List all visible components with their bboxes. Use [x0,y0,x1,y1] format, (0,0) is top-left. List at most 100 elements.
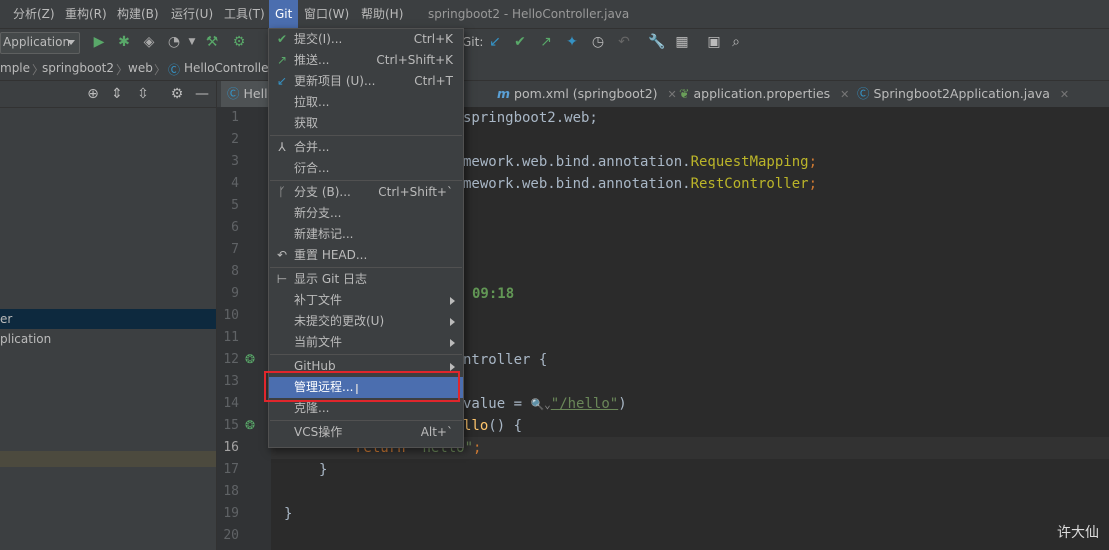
menu-item-commit[interactable]: ✔ 提交(I)... Ctrl+K [269,29,463,50]
gear-icon[interactable]: ⚙ [168,85,186,103]
commit-check-icon[interactable]: ✔ [511,33,529,51]
compare-icon[interactable]: ✦ [563,33,581,51]
locate-target-icon[interactable]: ⊕ [84,85,102,103]
run-configuration-select[interactable]: Application [0,32,80,54]
menu-item-current-file[interactable]: 当前文件 [269,332,463,353]
breadcrumb-item[interactable]: mple [0,61,30,75]
code-line-12: ntroller { [463,352,548,368]
debug-icon[interactable]: ✱ [115,33,133,51]
menu-item-new-branch[interactable]: 新分支... [269,203,463,224]
run-configuration-label: Application [3,35,71,49]
menu-item-shortcut: Ctrl+Shift+` [378,185,453,199]
project-tree-item[interactable]: er [0,309,216,329]
menu-item-rebase[interactable]: 衍合... [269,158,463,179]
close-icon[interactable]: ✕ [840,88,849,101]
menu-item-uncommitted-changes[interactable]: 未提交的更改(U) [269,311,463,332]
request-mapping-gutter-icon[interactable]: ❂ [245,418,255,432]
code-text: () { [488,418,523,434]
menu-analyze[interactable]: 分析(Z) [8,0,60,28]
spring-class-icon: Ⓒ [857,86,870,101]
url-inlay-icon[interactable]: 🔍⌄ [530,398,550,411]
menu-item-pull[interactable]: 拉取... [269,92,463,113]
code-url-link[interactable]: "/hello" [551,396,618,412]
code-line-19: } [284,506,293,522]
more-run-chevron-icon[interactable]: ▼ [183,33,201,51]
menu-item-fetch[interactable]: 获取 [269,113,463,134]
close-icon[interactable]: ✕ [1060,88,1069,101]
search-icon[interactable]: ⌕ [727,33,745,51]
menu-item-label: 拉取... [294,95,330,109]
project-tree-item[interactable]: plication [0,329,216,349]
line-number: 1 [231,110,239,125]
line-number: 10 [223,308,239,323]
menu-item-push[interactable]: ↗ 推送... Ctrl+Shift+K [269,50,463,71]
collapse-all-icon[interactable]: ⇳ [134,85,152,103]
menu-build[interactable]: 构建(B) [112,0,164,28]
line-number: 14 [223,396,239,411]
menu-item-patch[interactable]: 补丁文件 [269,290,463,311]
code-text: springboot2.web; [463,110,598,126]
menu-item-update-project[interactable]: ↙ 更新项目 (U)... Ctrl+T [269,71,463,92]
profile-icon[interactable]: ◔ [165,33,183,51]
spring-bean-gutter-icon[interactable]: ❂ [245,352,255,366]
menu-item-label: 推送... [294,53,330,67]
submenu-arrow-icon [450,339,455,347]
line-number: 20 [223,528,239,543]
breadcrumb-item[interactable]: springboot2 [42,61,114,75]
menu-git[interactable]: Git [269,0,299,28]
settings-wrench-icon[interactable]: 🔧 [648,33,666,51]
menu-item-show-git-log[interactable]: ⊢ 显示 Git 日志 [269,269,463,290]
menu-item-merge[interactable]: ⅄ 合并... [269,137,463,158]
project-structure-icon[interactable]: ▦ [673,33,691,51]
menu-bar: 分析(Z) 重构(R) 构建(B) 运行(U) 工具(T) Git 窗口(W) … [0,0,1109,29]
line-number: 7 [231,242,239,257]
terminal-icon[interactable]: ▣ [705,33,723,51]
line-number: 11 [223,330,239,345]
menu-refactor[interactable]: 重构(R) [60,0,112,28]
code-text: value = [463,396,531,412]
push-arrow-icon[interactable]: ↗ [537,33,555,51]
main-toolbar: Application ▶ ✱ ◈ ◔ ▼ ⚒ ⚙ Git: ↙ ✔ ↗ ✦ ◷… [0,29,1109,57]
menu-help[interactable]: 帮助(H) [356,0,408,28]
menu-item-new-tag[interactable]: 新建标记... [269,224,463,245]
line-number: 15 [223,418,239,433]
tab-springboot2-application[interactable]: Ⓒ Springboot2Application.java ✕ [857,81,1069,107]
line-number: 3 [231,154,239,169]
update-arrow-icon[interactable]: ↙ [486,33,504,51]
menu-run[interactable]: 运行(U) [166,0,218,28]
rollback-icon[interactable]: ↶ [615,33,633,51]
rebuild-icon[interactable]: ⚙ [230,33,248,51]
tab-application-properties[interactable]: ❦ application.properties ✕ [679,81,849,107]
tab-pom-xml[interactable]: m pom.xml (springboot2) ✕ [497,81,677,107]
menu-window[interactable]: 窗口(W) [299,0,354,28]
editor-gutter: 1 2 3 4 5 6 7 8 9 10 11 12 13 14 15 16 1… [217,107,281,550]
submenu-arrow-icon [450,363,455,371]
run-icon[interactable]: ▶ [90,33,108,51]
log-icon: ⊢ [276,272,288,286]
branch-icon: ᚴ [278,185,286,199]
tab-label: application.properties [693,86,831,101]
menu-item-label: 显示 Git 日志 [294,272,367,286]
menu-item-reset-head[interactable]: ↶ 重置 HEAD... [269,245,463,266]
menu-tools[interactable]: 工具(T) [219,0,270,28]
tab-label: Springboot2Application.java [873,86,1050,101]
breadcrumb: mple 〉 springboot2 〉 web 〉 Ⓒ HelloContro… [0,56,1109,81]
breadcrumb-item[interactable]: web [128,61,153,75]
close-icon[interactable]: ✕ [668,88,677,101]
menu-item-label: VCS操作 [294,425,343,439]
menu-separator [270,420,462,421]
code-text: mework.web.bind.annotation. [463,176,691,192]
breadcrumb-item[interactable]: HelloController [184,61,273,75]
menu-item-vcs-operations[interactable]: VCS操作 Alt+` [269,422,463,443]
code-text: mework.web.bind.annotation. [463,154,691,170]
line-number: 18 [223,484,239,499]
code-line-3: mework.web.bind.annotation.RequestMappin… [463,151,817,173]
code-line-4: mework.web.bind.annotation.RestControlle… [463,173,817,195]
build-hammer-icon[interactable]: ⚒ [203,33,221,51]
history-clock-icon[interactable]: ◷ [589,33,607,51]
menu-item-branches[interactable]: ᚴ 分支 (B)... Ctrl+Shift+` [269,182,463,203]
expand-all-icon[interactable]: ⇕ [108,85,126,103]
coverage-icon[interactable]: ◈ [140,33,158,51]
minimize-icon[interactable]: — [193,85,211,103]
menu-item-label: 更新项目 (U)... [294,74,376,88]
